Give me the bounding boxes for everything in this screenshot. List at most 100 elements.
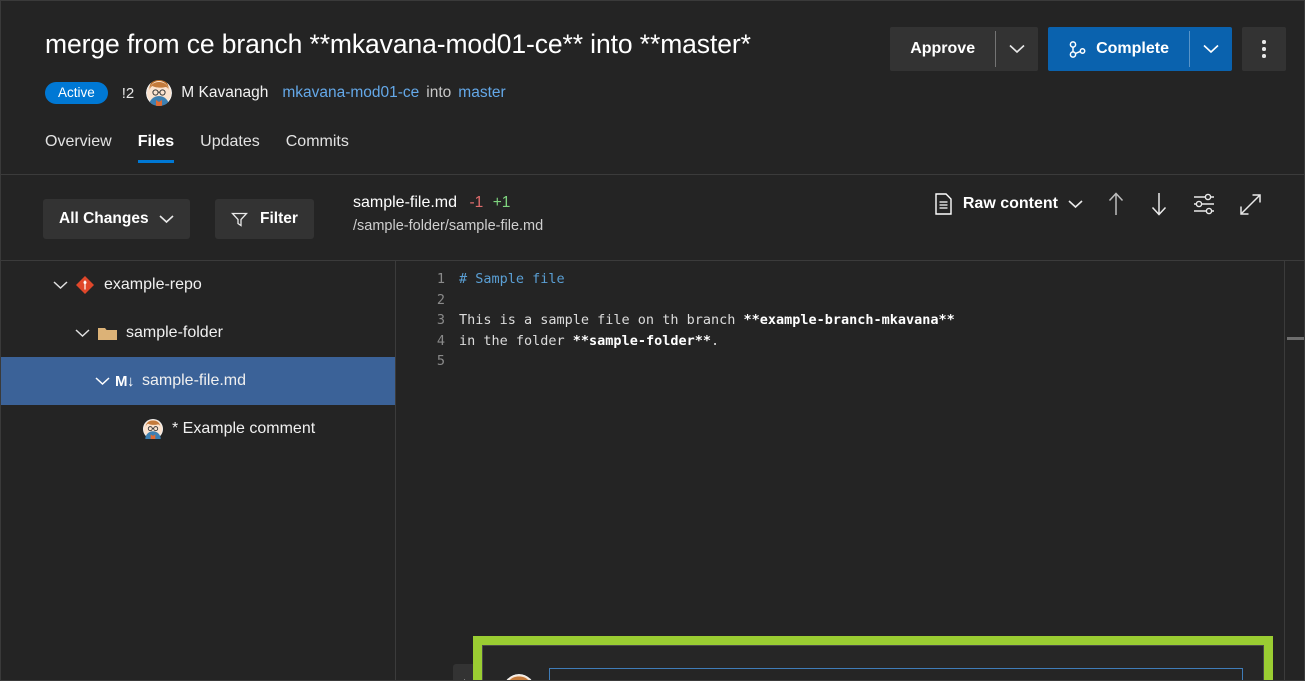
diff-code-pane: 1 # Sample file 2 3 This is a sample fil… <box>397 261 1304 680</box>
pr-id: !2 <box>121 84 135 102</box>
code-line: 4 in the folder **sample-folder**. <box>397 331 1304 352</box>
code-text: . <box>710 332 720 349</box>
target-branch-link[interactable]: master <box>458 84 505 102</box>
raw-content-dropdown[interactable]: Raw content <box>934 193 1083 215</box>
comment-input[interactable]: Example comment <box>549 668 1243 680</box>
markdown-badge-icon: M↓ <box>115 372 135 390</box>
comment-inner: Example comment Markdown supported. Drag… <box>483 646 1263 680</box>
code-line: 5 <box>397 351 1304 372</box>
approve-dropdown-button[interactable] <box>996 27 1038 71</box>
complete-split-button[interactable]: Complete <box>1048 27 1232 71</box>
arrow-down-icon <box>1151 193 1167 216</box>
line-number: 1 <box>436 271 445 288</box>
complete-button[interactable]: Complete <box>1048 27 1189 71</box>
files-body: example-repo sample-folder M↓ sample-fil… <box>1 261 1304 680</box>
tab-overview[interactable]: Overview <box>45 133 112 163</box>
tab-commits[interactable]: Commits <box>286 133 349 163</box>
scrollbar-thumb[interactable] <box>1287 337 1304 340</box>
line-number: 3 <box>436 312 445 329</box>
settings-sliders-icon <box>1194 193 1214 215</box>
filter-icon <box>231 212 248 227</box>
file-meta-line1: sample-file.md -1 +1 <box>353 194 543 212</box>
arrow-up-icon <box>1108 192 1124 215</box>
next-diff-button[interactable] <box>1149 191 1169 217</box>
tree-item-label: sample-folder <box>126 324 223 341</box>
diff-settings-button[interactable] <box>1192 193 1216 215</box>
avatar <box>146 80 173 106</box>
pr-meta-row: Active !2 M Kavanagh mkavana-mod01-ce in… <box>45 79 506 107</box>
files-toolbar: All Changes Filter sample-file.md -1 +1 … <box>1 175 1304 261</box>
more-vertical-icon <box>1262 40 1266 44</box>
raw-content-label: Raw content <box>962 195 1058 212</box>
source-branch-link[interactable]: mkavana-mod01-ce <box>282 84 419 102</box>
pull-request-files-page: merge from ce branch **mkavana-mod01-ce*… <box>0 0 1305 681</box>
all-changes-dropdown[interactable]: All Changes <box>43 199 190 239</box>
complete-dropdown-button[interactable] <box>1190 27 1232 71</box>
chevron-down-icon <box>1009 44 1025 54</box>
more-vertical-icon <box>1262 47 1266 51</box>
folder-icon <box>95 325 119 342</box>
merge-branch-icon <box>1069 40 1086 58</box>
chevron-down-icon[interactable] <box>69 328 95 338</box>
chevron-down-icon[interactable] <box>47 280 73 290</box>
tree-item-comment[interactable]: * Example comment <box>1 405 395 453</box>
code-text-bold: **example-branch-mkavana** <box>743 312 955 329</box>
file-meta: sample-file.md -1 +1 /sample-folder/samp… <box>353 194 543 234</box>
tree-item-sample-file[interactable]: M↓ sample-file.md <box>1 357 395 405</box>
chevron-down-icon[interactable] <box>89 376 115 386</box>
tab-updates[interactable]: Updates <box>200 133 260 163</box>
header-actions: Approve Complete <box>890 27 1286 71</box>
author-name: M Kavanagh <box>181 84 269 101</box>
additions-count: +1 <box>492 194 511 211</box>
file-icon <box>935 193 952 215</box>
comment-card: Example comment Markdown supported. Drag… <box>482 645 1264 680</box>
previous-diff-button[interactable] <box>1106 191 1126 217</box>
line-number: 4 <box>436 332 445 349</box>
chevron-down-icon <box>1203 44 1219 54</box>
toolbar-right-actions: Raw content <box>934 191 1262 217</box>
pr-header: merge from ce branch **mkavana-mod01-ce*… <box>1 1 1304 175</box>
tree-item-label: sample-file.md <box>142 372 247 389</box>
code-line: 2 <box>397 290 1304 311</box>
code-text-bold: **sample-folder** <box>572 332 711 349</box>
code-line: 1 # Sample file <box>397 269 1304 290</box>
repo-icon <box>73 275 97 295</box>
chevron-down-icon <box>1068 199 1083 208</box>
more-options-button[interactable] <box>1242 27 1286 71</box>
tab-files[interactable]: Files <box>137 133 175 163</box>
chevron-down-icon <box>159 214 174 223</box>
code-line: 3 This is a sample file on th branch **e… <box>397 310 1304 331</box>
tree-item-label: * Example comment <box>172 420 316 437</box>
filter-button[interactable]: Filter <box>215 199 314 239</box>
pr-tabs: Overview Files Updates Commits <box>45 133 349 163</box>
page-title: merge from ce branch **mkavana-mod01-ce*… <box>45 29 751 59</box>
code-text: in the folder <box>459 332 573 349</box>
filter-label: Filter <box>260 210 298 227</box>
file-tree: example-repo sample-folder M↓ sample-fil… <box>1 261 396 680</box>
approve-split-button[interactable]: Approve <box>890 27 1039 71</box>
line-number: 5 <box>436 353 445 370</box>
tree-item-label: example-repo <box>104 276 202 293</box>
approve-button[interactable]: Approve <box>890 27 995 71</box>
code-text: This is a sample file on th branch <box>459 312 744 329</box>
approve-button-label: Approve <box>910 40 976 57</box>
avatar <box>503 674 535 680</box>
avatar-icon <box>141 419 165 439</box>
file-path: /sample-folder/sample-file.md <box>353 218 544 234</box>
tree-item-example-repo[interactable]: example-repo <box>1 261 395 309</box>
into-label: into <box>426 84 452 101</box>
all-changes-label: All Changes <box>59 210 149 227</box>
line-number: 2 <box>436 291 445 308</box>
more-vertical-icon <box>1262 54 1266 58</box>
code-pane-divider <box>1284 261 1285 680</box>
tree-item-sample-folder[interactable]: sample-folder <box>1 309 395 357</box>
status-badge: Active <box>45 81 108 105</box>
deletions-count: -1 <box>469 194 484 211</box>
code-text: # Sample file <box>459 271 565 288</box>
fullscreen-button[interactable] <box>1239 193 1262 216</box>
expand-diagonal-icon <box>1240 193 1261 215</box>
file-name: sample-file.md <box>353 194 458 211</box>
comment-highlight-box: Example comment Markdown supported. Drag… <box>473 636 1273 680</box>
comment-editor-row: Example comment <box>503 668 1243 680</box>
complete-button-label: Complete <box>1096 40 1169 57</box>
